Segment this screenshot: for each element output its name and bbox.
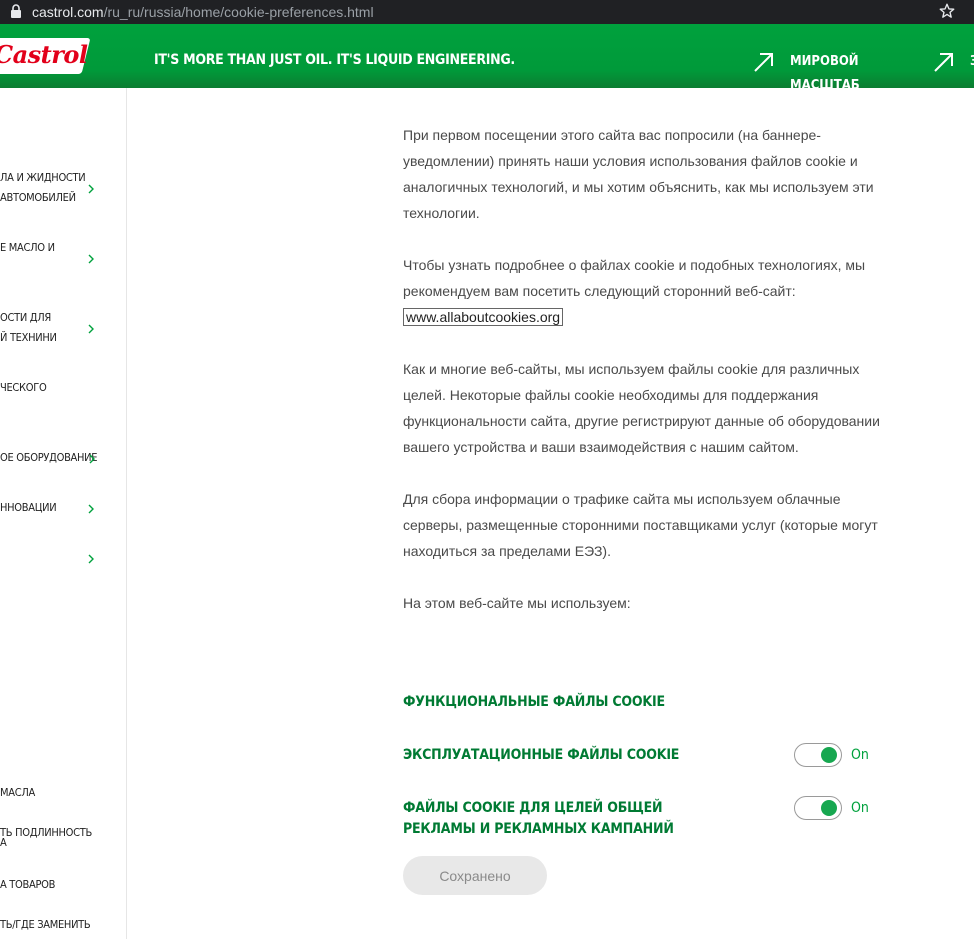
url-text[interactable]: castrol.com/ru_ru/russia/home/cookie-pre… [32,4,374,20]
bookmark-star-icon[interactable] [938,2,956,20]
site-header: Castrol IT'S MORE THAN JUST OIL. IT'S LI… [0,24,974,88]
chevron-right-icon [88,324,94,334]
sidebar-item-oils-fluids[interactable]: ЛА И ЖИДНОСТИ АВТОМОБИЛЕЙ [0,168,118,208]
functional-cookies-heading: ФУНКЦИОНАЛЬНЫЕ ФАЙЛЫ COOKIE [403,694,665,710]
castrol-logo-text[interactable]: Castrol [0,40,88,69]
toggle-knob [821,747,837,763]
sidebar-item-equipment[interactable]: ОЕ ОБОРУДОВАНИЕ [0,448,118,468]
chevron-right-icon [88,554,94,564]
arrow-up-right-icon [754,53,773,72]
lock-icon [11,4,21,18]
chevron-right-icon [88,184,94,194]
sidebar-item-label: ОЕ ОБОРУДОВАНИЕ [0,451,98,464]
sidebar-item-machinery[interactable]: ОСТИ ДЛЯ Й ТЕХНИНИ [0,308,118,348]
header-link-global[interactable]: МИРОВОЙ МАСШТАБ [752,50,870,88]
we-use-paragraph: На этом веб-сайте мы используем: [403,595,631,611]
advertising-cookies-toggle[interactable] [794,796,842,820]
save-preferences-button[interactable]: Сохранено [403,856,547,895]
learn-more-paragraph: Чтобы узнать подробнее о файлах cookie и… [403,252,883,330]
advertising-cookies-heading: ФАЙЛЫ COOKIE ДЛЯ ЦЕЛЕЙ ОБЩЕЙ РЕКЛАМЫ И Р… [403,800,674,837]
browser-address-bar[interactable]: castrol.com/ru_ru/russia/home/cookie-pre… [0,0,974,24]
chevron-right-icon [88,504,94,514]
arrow-up-right-icon [934,53,953,72]
sidebar-item-innovation[interactable]: ННОВАЦИИ [0,498,118,518]
sidebar-item-label: ЧЕСКОГО [0,381,47,394]
sidebar-item-label: Е МАСЛО И [0,241,55,254]
sidebar-item-motor-oil[interactable]: Е МАСЛО И [0,238,118,264]
sidebar-item-label: ОСТИ ДЛЯ Й ТЕХНИНИ [0,311,57,344]
sidebar-item-label: ННОВАЦИИ [0,501,57,514]
performance-cookies-toggle[interactable] [794,743,842,767]
intro-paragraph: При первом посещении этого сайта вас поп… [403,127,874,221]
toggle-knob [821,800,837,816]
sidebar-link-authenticity[interactable]: ТЬ ПОДЛИННОСТЬ А [0,827,92,848]
header-link-global-label: МИРОВОЙ МАСШТАБ [790,54,860,88]
header-tagline: IT'S MORE THAN JUST OIL. IT'S LIQUID ENG… [154,52,515,68]
header-link-second-label: З [970,50,974,74]
allaboutcookies-link[interactable]: www.allaboutcookies.org [403,308,564,326]
performance-cookies-state: On [851,747,869,763]
advertising-cookies-state: On [851,800,869,816]
purposes-paragraph: Как и многие веб-сайты, мы используем фа… [403,361,880,455]
sidebar-item-label: ЛА И ЖИДНОСТИ АВТОМОБИЛЕЙ [0,171,86,204]
chevron-right-icon [89,454,95,464]
chevron-right-icon [88,254,94,264]
header-link-second[interactable]: З [932,50,974,74]
sidebar-link-oil[interactable]: МАСЛА [0,787,35,798]
performance-cookies-heading: ЭКСПЛУАТАЦИОННЫЕ ФАЙЛЫ COOKIE [403,747,680,763]
sidebar-link-where-to-change[interactable]: ТЬ/ГДЕ ЗАМЕНИТЬ [0,919,91,930]
sidebar-item-technical[interactable]: ЧЕСКОГО [0,378,118,398]
learn-more-text: Чтобы узнать подробнее о файлах cookie и… [403,257,866,299]
sidebar-nav: ЛА И ЖИДНОСТИ АВТОМОБИЛЕЙ Е МАСЛО И ОСТИ… [0,88,127,939]
servers-paragraph: Для сбора информации о трафике сайта мы … [403,491,878,559]
sidebar-link-products[interactable]: А ТОВАРОВ [0,879,55,890]
cookie-policy-text: При первом посещении этого сайта вас поп… [403,122,883,642]
